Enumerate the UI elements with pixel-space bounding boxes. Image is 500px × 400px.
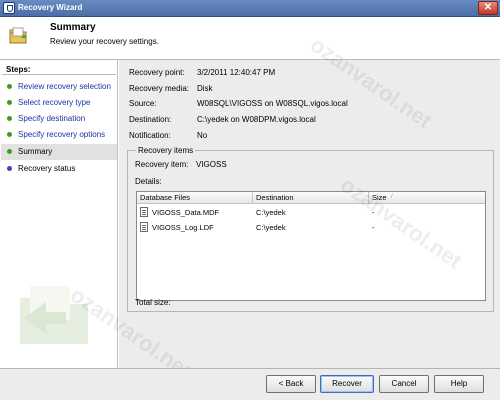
table-header: Database Files Destination Size / — [137, 192, 485, 204]
step-label: Specify destination — [18, 114, 86, 123]
recover-button[interactable]: Recover — [320, 375, 374, 393]
destination-label: Destination: — [129, 115, 172, 124]
close-button[interactable]: ✕ — [478, 1, 498, 15]
details-label: Details: — [135, 177, 162, 186]
recovery-items-group: Recovery items Recovery item: VIGOSS Det… — [127, 146, 494, 312]
notification-label: Notification: — [129, 131, 171, 140]
table-row[interactable]: VIGOSS_Log.LDF C:\yedek - — [137, 221, 485, 235]
status-dot-icon — [7, 132, 12, 137]
destination-cell: C:\yedek — [256, 208, 286, 217]
notification-value: No — [197, 131, 208, 140]
status-dot-icon — [7, 149, 12, 154]
page-title: Summary — [50, 22, 96, 33]
destination-cell: C:\yedek — [256, 223, 286, 232]
step-select-recovery-type[interactable]: Select recovery type — [1, 95, 117, 111]
step-specify-destination[interactable]: Specify destination — [1, 111, 117, 127]
back-button[interactable]: < Back — [266, 375, 316, 393]
divider — [2, 74, 116, 75]
status-dot-icon — [7, 116, 12, 121]
size-cell: - — [372, 223, 375, 232]
step-review-recovery-selection[interactable]: Review recovery selection — [1, 79, 117, 95]
file-name-cell: VIGOSS_Log.LDF — [152, 223, 214, 232]
file-name-cell: VIGOSS_Data.MDF — [152, 208, 220, 217]
window-title: Recovery Wizard — [18, 3, 83, 12]
column-header-size[interactable]: Size / — [369, 192, 485, 204]
folder-watermark-icon — [20, 286, 88, 344]
steps-label: Steps: — [6, 65, 31, 74]
recovery-item-value: VIGOSS — [196, 160, 227, 169]
recovery-items-legend: Recovery items — [136, 146, 196, 155]
recovery-point-label: Recovery point: — [129, 68, 185, 77]
size-cell: - — [372, 208, 375, 217]
size-header-label: Size — [372, 193, 387, 202]
step-label: Specify recovery options — [18, 130, 106, 139]
total-size-label: Total size: — [135, 298, 171, 307]
file-icon — [140, 222, 148, 232]
recovery-point-value: 3/2/2011 12:40:47 PM — [197, 68, 276, 77]
file-icon — [140, 207, 148, 217]
recovery-media-value: Disk — [197, 84, 213, 93]
source-label: Source: — [129, 99, 157, 108]
step-label: Review recovery selection — [18, 82, 111, 91]
recovery-item-label: Recovery item: — [135, 160, 189, 169]
page-subtitle: Review your recovery settings. — [50, 37, 159, 46]
title-bar: Recovery Wizard ✕ — [0, 0, 500, 17]
wizard-footer: < Back Recover Cancel Help — [0, 368, 500, 400]
status-dot-icon — [7, 100, 12, 105]
status-dot-icon — [7, 84, 12, 89]
sort-indicator-icon: / — [391, 194, 393, 200]
details-table[interactable]: Database Files Destination Size / VIGOSS… — [136, 191, 486, 301]
step-label: Select recovery type — [18, 98, 91, 107]
column-header-database-files[interactable]: Database Files — [137, 192, 253, 204]
step-summary[interactable]: Summary — [1, 144, 117, 160]
step-specify-recovery-options[interactable]: Specify recovery options — [1, 127, 117, 143]
source-value: W08SQL\VIGOSS on W08SQL.vigos.local — [197, 99, 348, 108]
table-row[interactable]: VIGOSS_Data.MDF C:\yedek - — [137, 206, 485, 220]
step-recovery-status: Recovery status — [1, 161, 117, 177]
folder-recovery-icon — [9, 27, 27, 44]
app-shield-icon — [3, 2, 15, 14]
column-header-destination[interactable]: Destination — [253, 192, 369, 204]
steps-sidebar: Steps: Review recovery selection Select … — [0, 60, 118, 368]
cancel-button[interactable]: Cancel — [379, 375, 429, 393]
destination-value: C:\yedek on W08DPM.vigos.local — [197, 115, 316, 124]
status-dot-icon — [7, 166, 12, 171]
recovery-media-label: Recovery media: — [129, 84, 190, 93]
wizard-header: Summary Review your recovery settings. — [0, 17, 500, 60]
help-button[interactable]: Help — [434, 375, 484, 393]
summary-panel: Recovery point: 3/2/2011 12:40:47 PM Rec… — [119, 60, 500, 368]
step-label: Recovery status — [18, 164, 76, 173]
step-label: Summary — [18, 147, 53, 156]
